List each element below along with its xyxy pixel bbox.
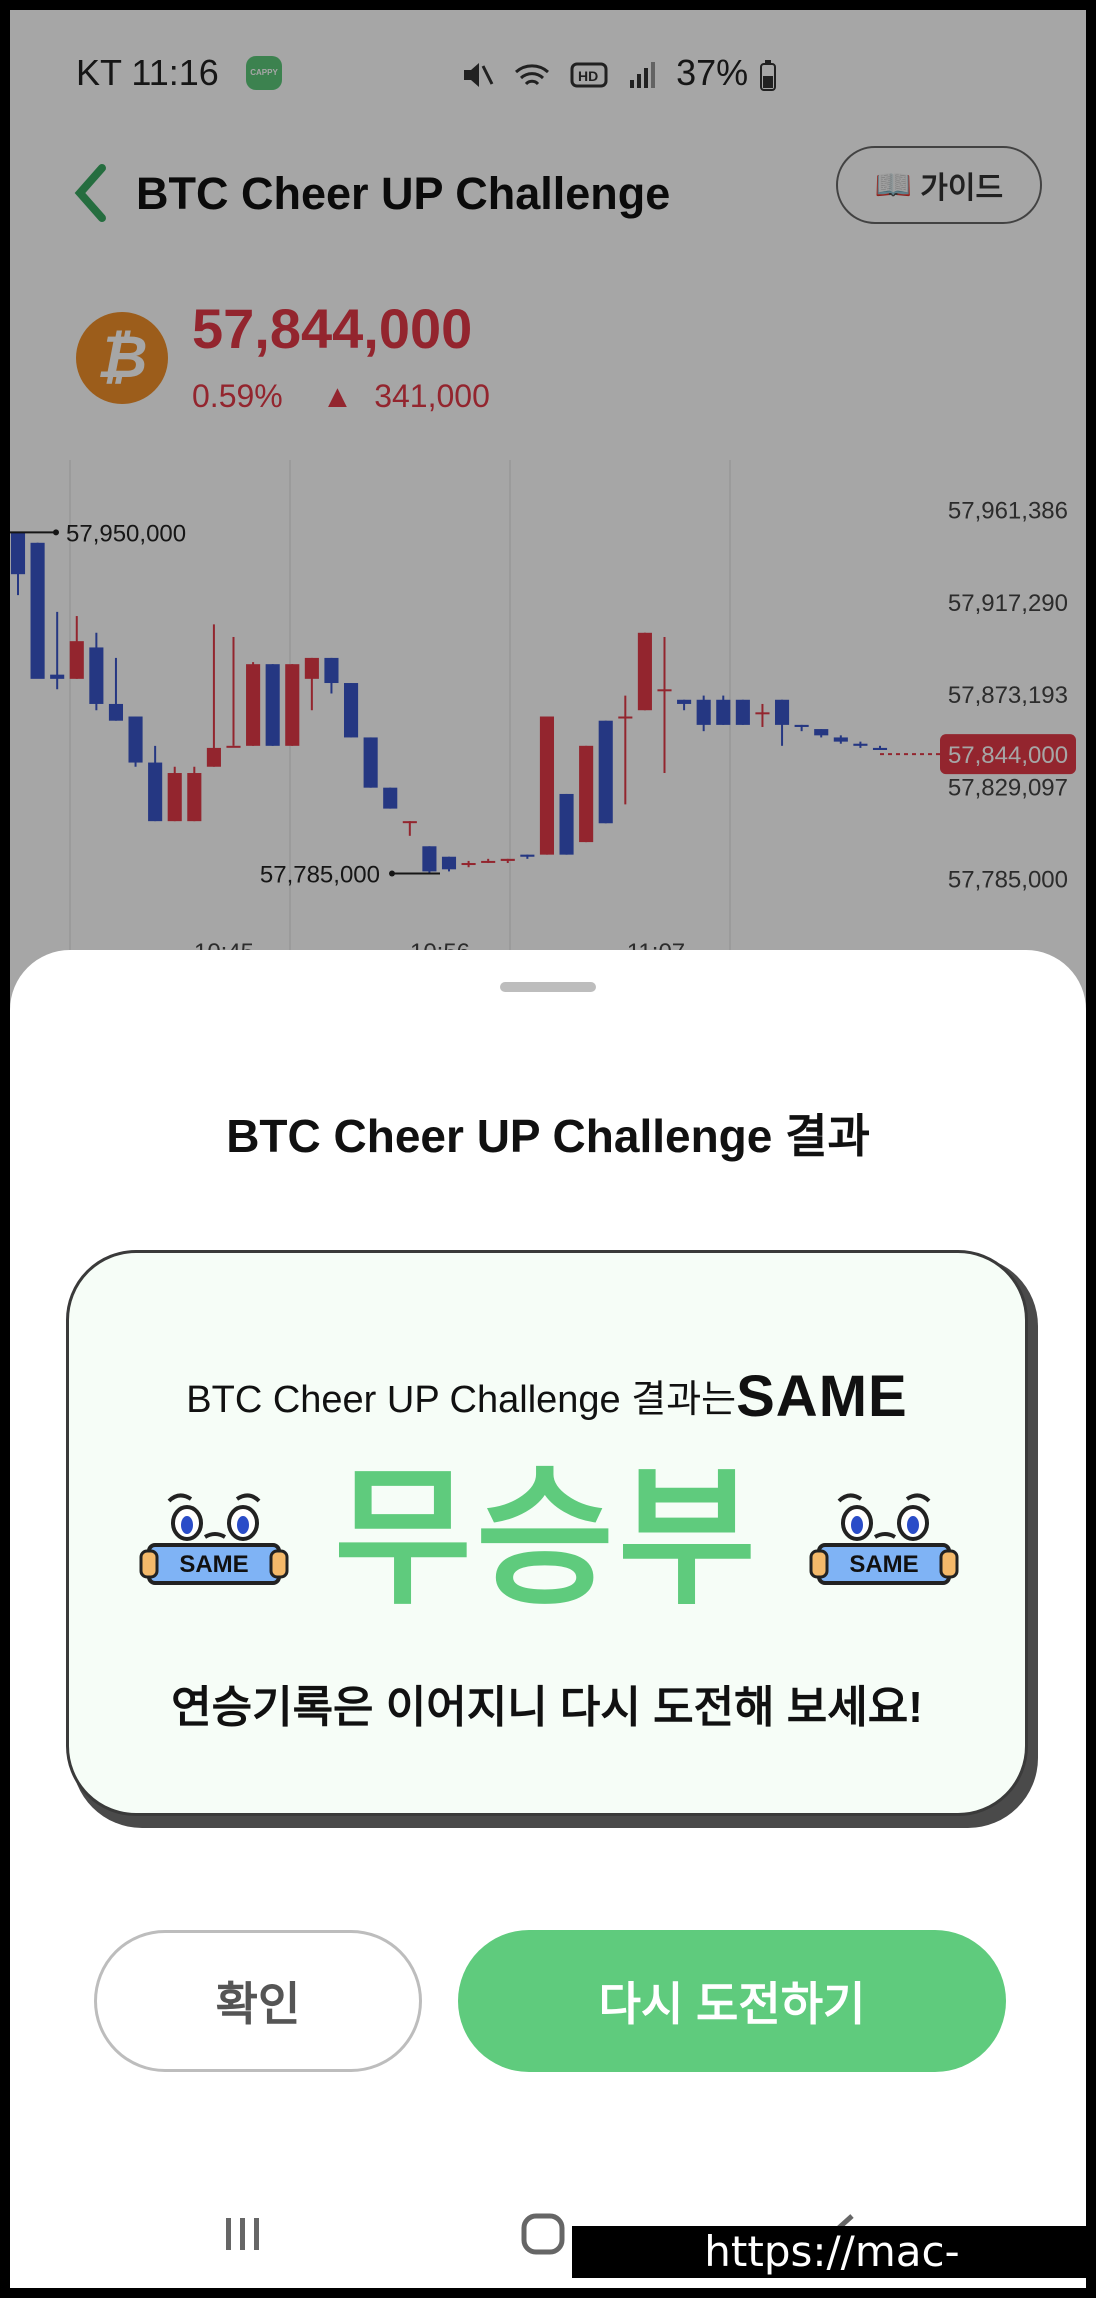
svg-text:SAME: SAME <box>179 1551 248 1578</box>
result-line-value: SAME <box>736 1364 908 1429</box>
watermark: https://mac-os.tistory.com <box>572 2226 1086 2288</box>
confirm-button[interactable]: 확인 <box>94 1930 422 2072</box>
result-card: BTC Cheer UP Challenge 결과는SAME SAME 무승부 <box>66 1250 1028 1816</box>
result-word: 무승부 <box>333 1454 760 1622</box>
drag-handle[interactable] <box>500 982 596 992</box>
screen: KT 11:16 CAPPY HD 37% BTC Cheer UP Chall… <box>10 10 1086 2288</box>
recent-apps-icon[interactable] <box>226 2218 259 2250</box>
result-line-prefix: BTC Cheer UP Challenge 결과는 <box>186 1379 737 1421</box>
result-message: 연승기록은 이어지니 다시 도전해 보세요! <box>171 1683 923 1732</box>
mascot-right-icon: SAME <box>809 1493 959 1585</box>
result-bottom-sheet: BTC Cheer UP Challenge 결과 BTC Cheer UP C… <box>10 950 1086 2288</box>
svg-text:SAME: SAME <box>849 1551 918 1578</box>
result-line: BTC Cheer UP Challenge 결과는SAME <box>69 1363 1025 1430</box>
retry-button[interactable]: 다시 도전하기 <box>458 1930 1006 2072</box>
sheet-title: BTC Cheer UP Challenge 결과 <box>226 1110 870 1162</box>
mascot-left-icon: SAME <box>139 1493 289 1585</box>
home-icon[interactable] <box>521 2213 565 2255</box>
